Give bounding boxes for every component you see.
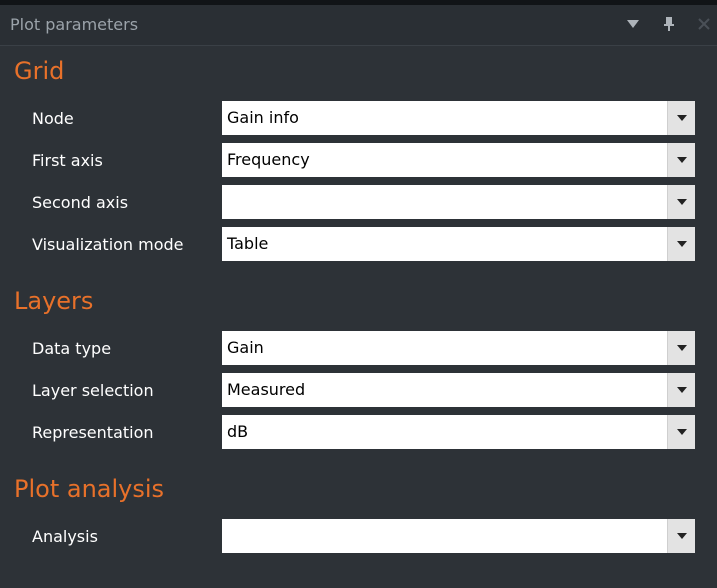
panel-titlebar: Plot parameters: [0, 5, 717, 46]
chevron-down-icon[interactable]: [667, 227, 695, 261]
first-axis-value: Frequency: [227, 150, 310, 169]
data-type-combobox[interactable]: Gain: [222, 331, 695, 365]
analysis-combobox[interactable]: [222, 519, 695, 553]
pin-icon[interactable]: [660, 15, 678, 33]
node-value: Gain info: [227, 108, 299, 127]
second-axis-combobox[interactable]: [222, 185, 695, 219]
chevron-down-icon[interactable]: [667, 101, 695, 135]
label-analysis: Analysis: [32, 527, 98, 546]
chevron-down-icon[interactable]: [667, 331, 695, 365]
section-title-grid: Grid: [14, 57, 65, 85]
label-visualization-mode: Visualization mode: [32, 235, 184, 254]
chevron-down-icon[interactable]: [667, 143, 695, 177]
plot-parameters-panel: Plot parameters Grid Node Gain info Firs…: [0, 0, 717, 588]
first-axis-combobox[interactable]: Frequency: [222, 143, 695, 177]
data-type-value: Gain: [227, 338, 264, 357]
section-title-layers: Layers: [14, 287, 94, 315]
representation-combobox[interactable]: dB: [222, 415, 695, 449]
label-data-type: Data type: [32, 339, 112, 358]
chevron-down-icon[interactable]: [667, 373, 695, 407]
representation-value: dB: [227, 422, 249, 441]
chevron-down-icon[interactable]: [667, 519, 695, 553]
chevron-down-icon[interactable]: [667, 185, 695, 219]
visualization-mode-value: Table: [227, 234, 269, 253]
label-layer-selection: Layer selection: [32, 381, 154, 400]
label-representation: Representation: [32, 423, 154, 442]
visualization-mode-combobox[interactable]: Table: [222, 227, 695, 261]
panel-title: Plot parameters: [10, 15, 139, 34]
node-combobox[interactable]: Gain info: [222, 101, 695, 135]
label-first-axis: First axis: [32, 151, 103, 170]
label-node: Node: [32, 109, 74, 128]
layer-selection-value: Measured: [227, 380, 306, 399]
layer-selection-combobox[interactable]: Measured: [222, 373, 695, 407]
label-second-axis: Second axis: [32, 193, 129, 212]
close-icon[interactable]: [695, 15, 713, 33]
chevron-down-icon[interactable]: [667, 415, 695, 449]
section-title-plot-analysis: Plot analysis: [14, 475, 165, 503]
dropdown-menu-icon[interactable]: [624, 15, 642, 33]
